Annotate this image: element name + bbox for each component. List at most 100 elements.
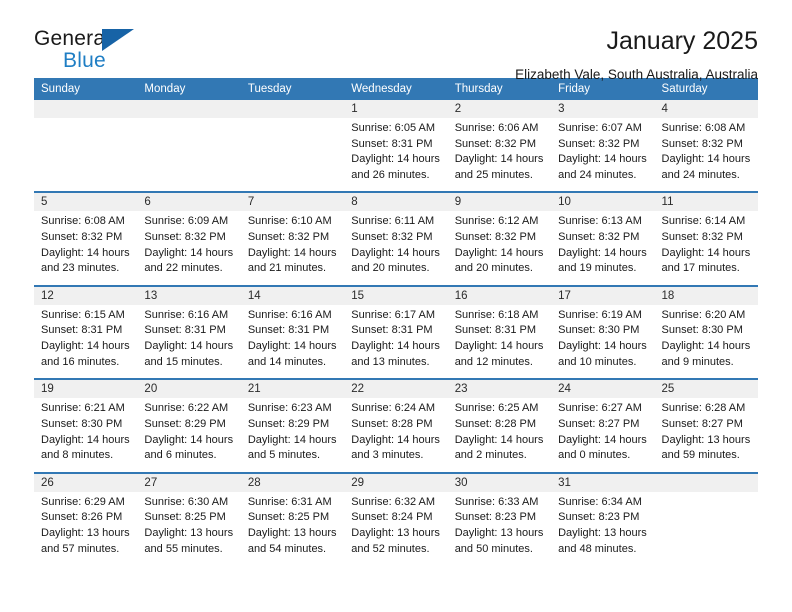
daylight-text: Daylight: 14 hours — [247, 246, 337, 259]
sunrise-text: Sunrise: 6:16 AM — [144, 308, 229, 321]
day-number[interactable]: 25 — [654, 380, 758, 399]
day-number[interactable]: 24 — [551, 380, 655, 399]
day-number[interactable]: 31 — [551, 473, 655, 492]
day-cell: Sunrise: 6:20 AM Sunset: 8:30 PM Daylight:… — [654, 304, 758, 379]
daylight-text: and 6 minutes. — [144, 449, 217, 462]
day-number[interactable]: 7 — [240, 193, 345, 212]
day-number[interactable]: 6 — [137, 193, 241, 212]
day-cell: Sunrise: 6:08 AM Sunset: 8:32 PM Daylight:… — [654, 118, 758, 192]
day-cell: Sunrise: 6:31 AM Sunset: 8:25 PM Daylight:… — [240, 491, 345, 566]
day-detail-row: Sunrise: 6:15 AM Sunset: 8:31 PM Daylight:… — [34, 304, 758, 379]
daylight-text: and 17 minutes. — [661, 262, 740, 275]
day-cell: Sunrise: 6:15 AM Sunset: 8:31 PM Daylight:… — [34, 304, 138, 379]
sunset-text: Sunset: 8:32 PM — [144, 231, 226, 244]
day-number[interactable]: 18 — [654, 286, 758, 305]
sunset-text: Sunset: 8:23 PM — [558, 511, 640, 524]
daylight-text: Daylight: 14 hours — [558, 246, 647, 259]
day-cell: Sunrise: 6:06 AM Sunset: 8:32 PM Daylight:… — [447, 118, 552, 192]
sunrise-text: Sunrise: 6:25 AM — [454, 402, 539, 415]
day-number[interactable]: 21 — [240, 380, 345, 399]
daylight-text: and 3 minutes. — [351, 449, 424, 462]
daylight-text: and 24 minutes. — [661, 168, 740, 181]
daylight-text: and 19 minutes. — [558, 262, 637, 275]
sunset-text: Sunset: 8:31 PM — [351, 324, 433, 337]
sunset-text: Sunset: 8:24 PM — [351, 511, 433, 524]
sunrise-text: Sunrise: 6:05 AM — [351, 122, 436, 134]
general-blue-logo[interactable]: General Blue — [34, 28, 154, 76]
sunrise-text: Sunrise: 6:31 AM — [247, 495, 332, 508]
day-number[interactable]: 1 — [344, 100, 448, 118]
day-cell: Sunrise: 6:21 AM Sunset: 8:30 PM Daylight:… — [34, 398, 138, 472]
daylight-text: and 48 minutes. — [558, 542, 637, 555]
day-number[interactable]: 28 — [240, 473, 345, 492]
day-number[interactable]: 20 — [137, 380, 241, 399]
sunset-text: Sunset: 8:32 PM — [454, 231, 537, 244]
sunset-text: Sunset: 8:32 PM — [661, 231, 743, 244]
day-number[interactable]: 17 — [551, 286, 655, 305]
day-detail-row: Sunrise: 6:29 AM Sunset: 8:26 PM Daylight:… — [34, 491, 758, 566]
day-number[interactable]: 11 — [654, 193, 758, 212]
day-number[interactable]: 22 — [344, 380, 448, 399]
sunrise-text: Sunrise: 6:13 AM — [558, 215, 642, 228]
sunset-text: Sunset: 8:23 PM — [454, 511, 537, 524]
calendar-body: 1 2 3 4 Sunrise: 6:05 AM Sunset: 8:31 PM Dayli… — [34, 100, 758, 566]
sunrise-text: Sunrise: 6:09 AM — [144, 215, 229, 228]
daylight-text: Daylight: 13 hours — [351, 526, 440, 539]
day-number[interactable]: 14 — [240, 286, 345, 305]
day-number[interactable]: 13 — [137, 286, 241, 305]
day-cell: Sunrise: 6:27 AM Sunset: 8:27 PM Daylight:… — [551, 398, 655, 472]
day-cell: Sunrise: 6:32 AM Sunset: 8:24 PM Daylight:… — [344, 491, 448, 566]
day-number[interactable]: 23 — [447, 380, 552, 399]
sunset-text: Sunset: 8:28 PM — [351, 417, 433, 430]
daylight-text: and 55 minutes. — [144, 542, 223, 555]
day-number[interactable]: 3 — [551, 100, 655, 118]
day-number[interactable]: 19 — [34, 380, 138, 399]
day-number[interactable]: 9 — [447, 193, 552, 212]
day-cell: Sunrise: 6:08 AM Sunset: 8:32 PM Daylight:… — [34, 211, 138, 285]
sunset-text: Sunset: 8:32 PM — [351, 231, 433, 244]
daylight-text: Daylight: 13 hours — [144, 526, 234, 539]
daylight-text: Daylight: 14 hours — [558, 340, 647, 353]
day-cell: Sunrise: 6:16 AM Sunset: 8:31 PM Daylight:… — [240, 304, 345, 379]
day-number-empty — [34, 100, 138, 118]
day-number[interactable]: 5 — [34, 193, 138, 212]
sunrise-text: Sunrise: 6:19 AM — [558, 308, 642, 321]
daylight-text: Daylight: 14 hours — [247, 433, 337, 446]
daylight-text: Daylight: 14 hours — [661, 340, 751, 353]
daylight-text: and 14 minutes. — [247, 355, 327, 368]
day-cell: Sunrise: 6:07 AM Sunset: 8:32 PM Daylight:… — [551, 118, 655, 192]
sunset-text: Sunset: 8:31 PM — [41, 324, 123, 337]
daylight-text: and 57 minutes. — [41, 542, 120, 555]
sunrise-text: Sunrise: 6:32 AM — [351, 495, 436, 508]
day-cell: Sunrise: 6:23 AM Sunset: 8:29 PM Daylight:… — [240, 398, 345, 472]
day-cell: Sunrise: 6:13 AM Sunset: 8:32 PM Daylight:… — [551, 211, 655, 285]
day-number[interactable]: 4 — [654, 100, 758, 118]
day-number[interactable]: 26 — [34, 473, 138, 492]
day-cell: Sunrise: 6:25 AM Sunset: 8:28 PM Daylight:… — [447, 398, 552, 472]
day-number[interactable]: 30 — [447, 473, 552, 492]
day-cell: Sunrise: 6:09 AM Sunset: 8:32 PM Daylight:… — [137, 211, 241, 285]
daylight-text: and 52 minutes. — [351, 542, 430, 555]
daylight-text: Daylight: 13 hours — [454, 526, 544, 539]
daylight-text: Daylight: 13 hours — [41, 526, 130, 539]
daylight-text: and 21 minutes. — [247, 262, 327, 275]
sunset-text: Sunset: 8:32 PM — [454, 137, 537, 150]
sunset-text: Sunset: 8:32 PM — [41, 231, 123, 244]
day-number[interactable]: 2 — [447, 100, 552, 118]
daylight-text: and 25 minutes. — [454, 168, 533, 181]
day-number[interactable]: 27 — [137, 473, 241, 492]
day-cell: Sunrise: 6:34 AM Sunset: 8:23 PM Daylight:… — [551, 491, 655, 566]
day-number[interactable]: 12 — [34, 286, 138, 305]
day-number[interactable]: 16 — [447, 286, 552, 305]
day-detail-row: Sunrise: 6:21 AM Sunset: 8:30 PM Daylight:… — [34, 398, 758, 472]
day-number[interactable]: 8 — [344, 193, 448, 212]
day-number-empty — [240, 100, 345, 118]
day-number[interactable]: 29 — [344, 473, 448, 492]
day-number-empty — [654, 473, 758, 492]
daylight-text: Daylight: 14 hours — [558, 153, 647, 166]
day-number[interactable]: 15 — [344, 286, 448, 305]
daylight-text: and 24 minutes. — [558, 168, 637, 181]
sunset-text: Sunset: 8:32 PM — [558, 231, 640, 244]
daylight-text: and 0 minutes. — [558, 449, 631, 462]
day-number[interactable]: 10 — [551, 193, 655, 212]
